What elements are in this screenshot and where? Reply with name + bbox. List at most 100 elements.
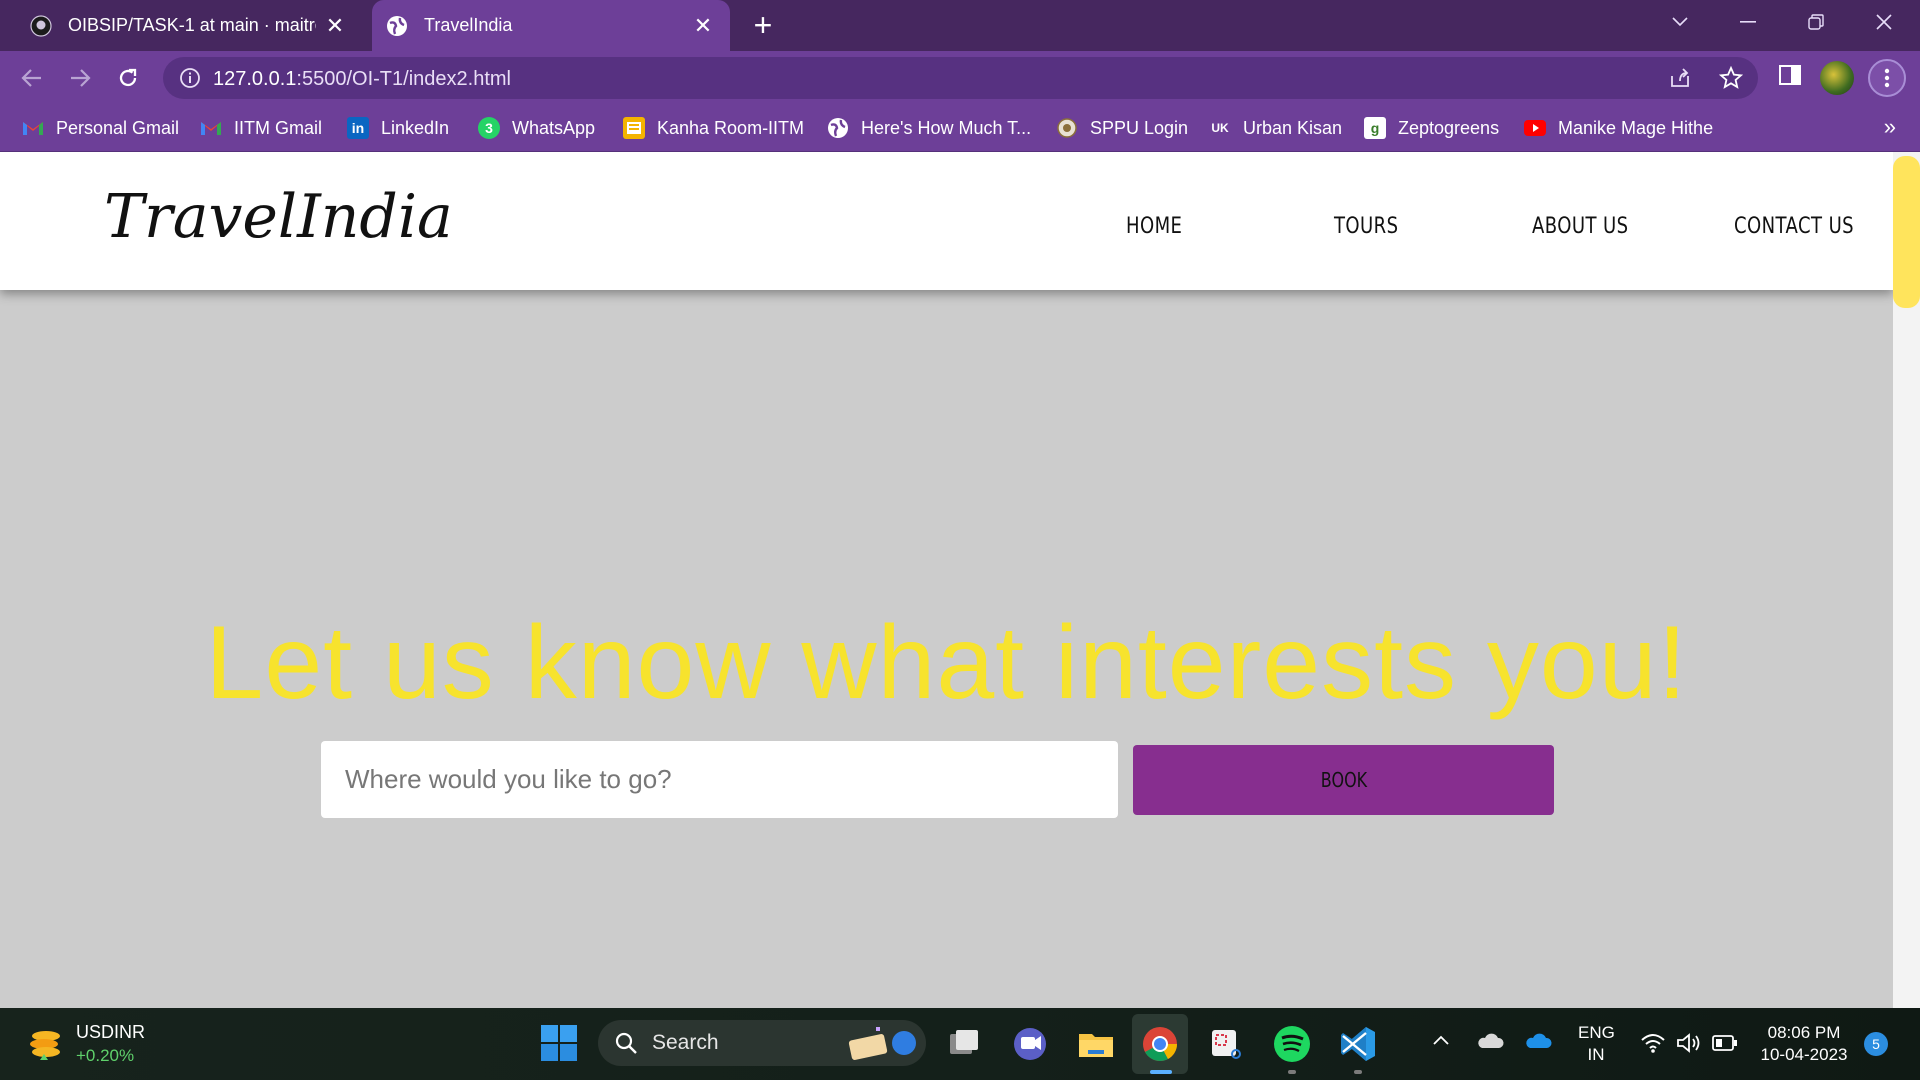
globe-icon [387, 15, 407, 36]
coins-icon[interactable] [26, 1026, 66, 1066]
tab-github[interactable]: OIBSIP/TASK-1 at main · maitreye ✕ [16, 0, 362, 51]
github-icon [30, 14, 52, 37]
close-tab-icon[interactable]: ✕ [322, 13, 348, 39]
bookmark-kanha-room[interactable]: Kanha Room-IITM [623, 116, 804, 140]
bookmarks-bar: Personal Gmail IITM Gmail in LinkedIn 3 … [0, 104, 1920, 152]
url-text[interactable]: 127.0.0.1:5500/OI-T1/index2.html [213, 68, 511, 91]
globe-icon [827, 117, 849, 139]
close-tab-icon[interactable]: ✕ [690, 13, 716, 39]
snipping-tool-icon[interactable] [1206, 1024, 1246, 1064]
whatsapp-icon: 3 [478, 117, 500, 139]
chrome-running-indicator [1150, 1070, 1172, 1074]
info-icon[interactable] [179, 67, 201, 89]
bookmark-manike-mage-hithe[interactable]: Manike Mage Hithe [1524, 116, 1713, 140]
destination-search-input[interactable] [321, 741, 1118, 818]
bookmark-iitm-gmail[interactable]: IITM Gmail [200, 116, 322, 140]
browser-toolbar: 127.0.0.1:5500/OI-T1/index2.html [0, 51, 1920, 104]
sppu-icon [1056, 117, 1078, 139]
bookmark-heres-how-much[interactable]: Here's How Much T... [827, 116, 1031, 140]
bookmark-label: Zeptogreens [1398, 117, 1500, 138]
clock-date: 10-04-2023 [1760, 1045, 1848, 1064]
reload-button[interactable] [109, 59, 147, 97]
urban-kisan-icon: UK [1211, 121, 1229, 135]
clock[interactable]: 08:06 PM 10-04-2023 [1756, 1022, 1852, 1066]
teams-chat-icon[interactable] [1010, 1024, 1050, 1064]
nav-home[interactable]: HOME [1126, 214, 1182, 239]
youtube-icon [1524, 117, 1546, 139]
file-explorer-icon[interactable] [1076, 1024, 1116, 1064]
bookmark-star-icon[interactable] [1719, 66, 1743, 90]
start-windows-icon[interactable] [540, 1024, 578, 1062]
battery-icon[interactable] [1712, 1034, 1738, 1052]
wifi-icon[interactable] [1640, 1032, 1666, 1054]
restore-icon[interactable] [1786, 0, 1846, 44]
zeptogreens-icon: g [1364, 117, 1386, 139]
spotify-icon[interactable] [1272, 1024, 1312, 1064]
bookmark-label: Manike Mage Hithe [1558, 117, 1714, 138]
vscode-running-indicator [1354, 1070, 1362, 1074]
forward-button[interactable] [61, 59, 99, 97]
gmail-icon [200, 117, 222, 139]
back-button[interactable] [13, 59, 51, 97]
close-window-icon[interactable] [1854, 0, 1914, 44]
profile-avatar[interactable] [1820, 61, 1854, 95]
clock-time: 08:06 PM [1767, 1023, 1841, 1042]
task-view-icon[interactable] [944, 1024, 984, 1064]
share-icon[interactable] [1668, 66, 1692, 90]
tab-title: OIBSIP/TASK-1 at main · maitreye [68, 15, 316, 35]
tab-search-icon[interactable] [1650, 0, 1710, 44]
tab-travelindia[interactable]: TravelIndia ✕ [372, 0, 730, 51]
nav-contact-us[interactable]: CONTACT US [1734, 214, 1854, 239]
spotify-running-indicator [1288, 1070, 1296, 1074]
onedrive-icon[interactable] [1524, 1032, 1552, 1050]
bookmark-label: Personal Gmail [56, 117, 180, 138]
bookmark-label: Urban Kisan [1243, 117, 1343, 138]
language-top: ENG [1578, 1023, 1615, 1042]
bookmark-urban-kisan[interactable]: UK Urban Kisan [1209, 116, 1342, 140]
sheets-icon [623, 117, 645, 139]
bookmark-sppu-login[interactable]: SPPU Login [1056, 116, 1188, 140]
scrollbar-thumb[interactable] [1893, 156, 1920, 308]
menu-kebab-icon[interactable] [1868, 59, 1906, 97]
notification-badge[interactable]: 5 [1864, 1032, 1888, 1056]
url-path: :5500/OI-T1/index2.html [296, 68, 511, 90]
onedrive-gray-icon[interactable] [1476, 1032, 1504, 1050]
minimize-icon[interactable] [1718, 0, 1778, 44]
book-button-label: BOOK [1320, 768, 1367, 792]
bookmark-personal-gmail[interactable]: Personal Gmail [22, 116, 179, 140]
bookmark-label: Here's How Much T... [861, 117, 1032, 138]
address-bar[interactable]: 127.0.0.1:5500/OI-T1/index2.html [163, 57, 1758, 99]
search-label: Search [652, 1031, 719, 1054]
bookmark-label: WhatsApp [512, 117, 596, 138]
side-panel-icon[interactable] [1778, 63, 1802, 87]
site-logo[interactable]: TravelIndia [104, 182, 453, 252]
bookmark-label: IITM Gmail [234, 117, 322, 138]
gmail-icon [22, 117, 44, 139]
tab-title: TravelIndia [424, 15, 513, 35]
taskbar-search[interactable]: Search [598, 1020, 926, 1066]
bookmark-zeptogreens[interactable]: g Zeptogreens [1364, 116, 1499, 140]
hero-title: Let us know what interests you! [205, 605, 1688, 721]
show-hidden-icons[interactable] [1432, 1034, 1450, 1046]
nav-about-us[interactable]: ABOUT US [1532, 214, 1629, 239]
url-host: 127.0.0.1 [213, 68, 297, 90]
book-button[interactable]: BOOK [1133, 745, 1554, 815]
stock-change[interactable]: +0.20% [76, 1046, 134, 1066]
language-indicator[interactable]: ENG IN [1578, 1022, 1615, 1066]
linkedin-icon: in [347, 117, 369, 139]
bookmark-whatsapp[interactable]: 3 WhatsApp [478, 116, 595, 140]
stock-name[interactable]: USDINR [76, 1022, 145, 1043]
search-highlight-icon [848, 1027, 916, 1060]
more-bookmarks-icon[interactable]: » [1884, 114, 1896, 140]
vscode-icon[interactable] [1338, 1024, 1378, 1064]
windows-taskbar: USDINR +0.20% Search ENG IN 08:06 PM 10-… [0, 1008, 1920, 1080]
bookmark-label: Kanha Room-IITM [657, 117, 805, 138]
site-header: TravelIndia HOME TOURS ABOUT US CONTACT … [0, 152, 1893, 290]
bookmark-linkedin[interactable]: in LinkedIn [347, 116, 449, 140]
new-tab-button[interactable]: + [748, 6, 778, 44]
bookmark-label: SPPU Login [1090, 117, 1189, 138]
nav-tours[interactable]: TOURS [1334, 214, 1398, 239]
page-viewport: TravelIndia HOME TOURS ABOUT US CONTACT … [0, 152, 1893, 1008]
chrome-icon[interactable] [1140, 1024, 1180, 1064]
volume-icon[interactable] [1676, 1032, 1702, 1054]
